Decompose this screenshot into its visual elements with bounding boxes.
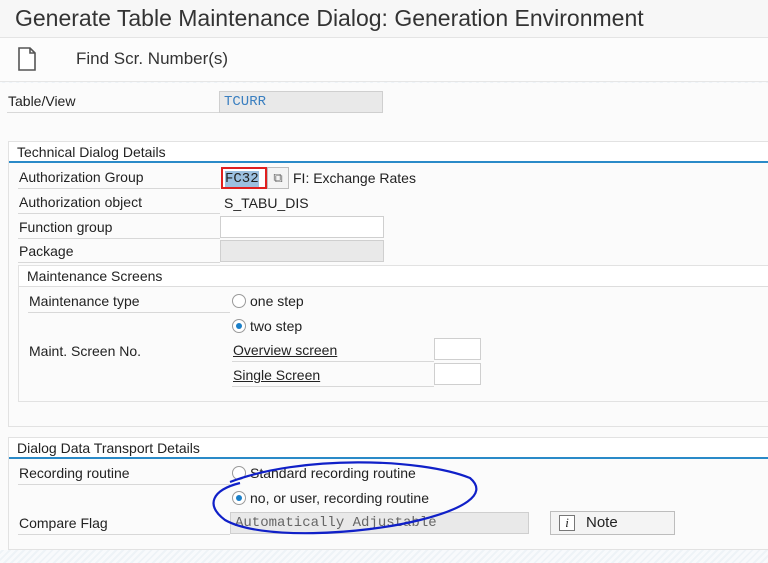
main-area: Table/View TCURR Technical Dialog Detail… <box>0 83 768 550</box>
two-step-radio[interactable] <box>232 319 246 333</box>
function-group-label: Function group <box>18 217 220 239</box>
auth-group-field[interactable]: FC32 <box>221 167 267 189</box>
auth-group-label: Authorization Group <box>18 167 220 189</box>
maintenance-type-label: Maintenance type <box>28 291 230 313</box>
window-title: Generate Table Maintenance Dialog: Gener… <box>0 0 768 38</box>
recording-routine-label: Recording routine <box>18 463 230 485</box>
info-icon: i <box>559 515 575 531</box>
compare-flag-label: Compare Flag <box>18 513 230 535</box>
table-view-label: Table/View <box>7 91 219 113</box>
standard-recording-label[interactable]: Standard recording routine <box>250 463 416 483</box>
standard-recording-radio[interactable] <box>232 466 246 480</box>
two-step-label[interactable]: two step <box>250 316 302 336</box>
find-screen-numbers-button[interactable]: Find Scr. Number(s) <box>76 49 228 69</box>
screen-no-label: Maint. Screen No. <box>29 343 142 359</box>
table-view-field: TCURR <box>219 91 383 113</box>
auth-group-description: FI: Exchange Rates <box>293 170 416 186</box>
package-label: Package <box>18 241 220 263</box>
user-recording-radio[interactable] <box>232 491 246 505</box>
user-recording-label[interactable]: no, or user, recording routine <box>250 488 429 508</box>
overview-screen-label: Overview screen <box>232 340 434 362</box>
package-field <box>220 240 384 262</box>
toolbar: Find Scr. Number(s) <box>0 38 768 82</box>
auth-object-value: S_TABU_DIS <box>224 195 309 211</box>
value-help-icon[interactable]: ⧉ <box>267 167 289 189</box>
transport-details-header: Dialog Data Transport Details <box>9 438 768 459</box>
maintenance-screens-group: Maintenance Screens Maintenance type one… <box>18 265 768 402</box>
maintenance-screens-header: Maintenance Screens <box>19 266 768 287</box>
technical-dialog-group: Technical Dialog Details Authorization G… <box>8 141 768 427</box>
auth-group-value: FC32 <box>225 171 259 187</box>
transport-details-group: Dialog Data Transport Details Recording … <box>8 437 768 550</box>
note-label: Note <box>586 514 618 531</box>
technical-dialog-header: Technical Dialog Details <box>9 142 768 163</box>
new-document-icon[interactable] <box>17 47 37 74</box>
auth-object-label: Authorization object <box>18 192 220 214</box>
one-step-label[interactable]: one step <box>250 291 304 311</box>
overview-screen-input[interactable] <box>434 338 481 360</box>
note-button[interactable]: i Note <box>550 511 675 535</box>
single-screen-label: Single Screen <box>232 365 434 387</box>
function-group-input[interactable] <box>220 216 384 238</box>
compare-flag-field: Automatically Adjustable <box>230 512 529 534</box>
single-screen-input[interactable] <box>434 363 481 385</box>
one-step-radio[interactable] <box>232 294 246 308</box>
